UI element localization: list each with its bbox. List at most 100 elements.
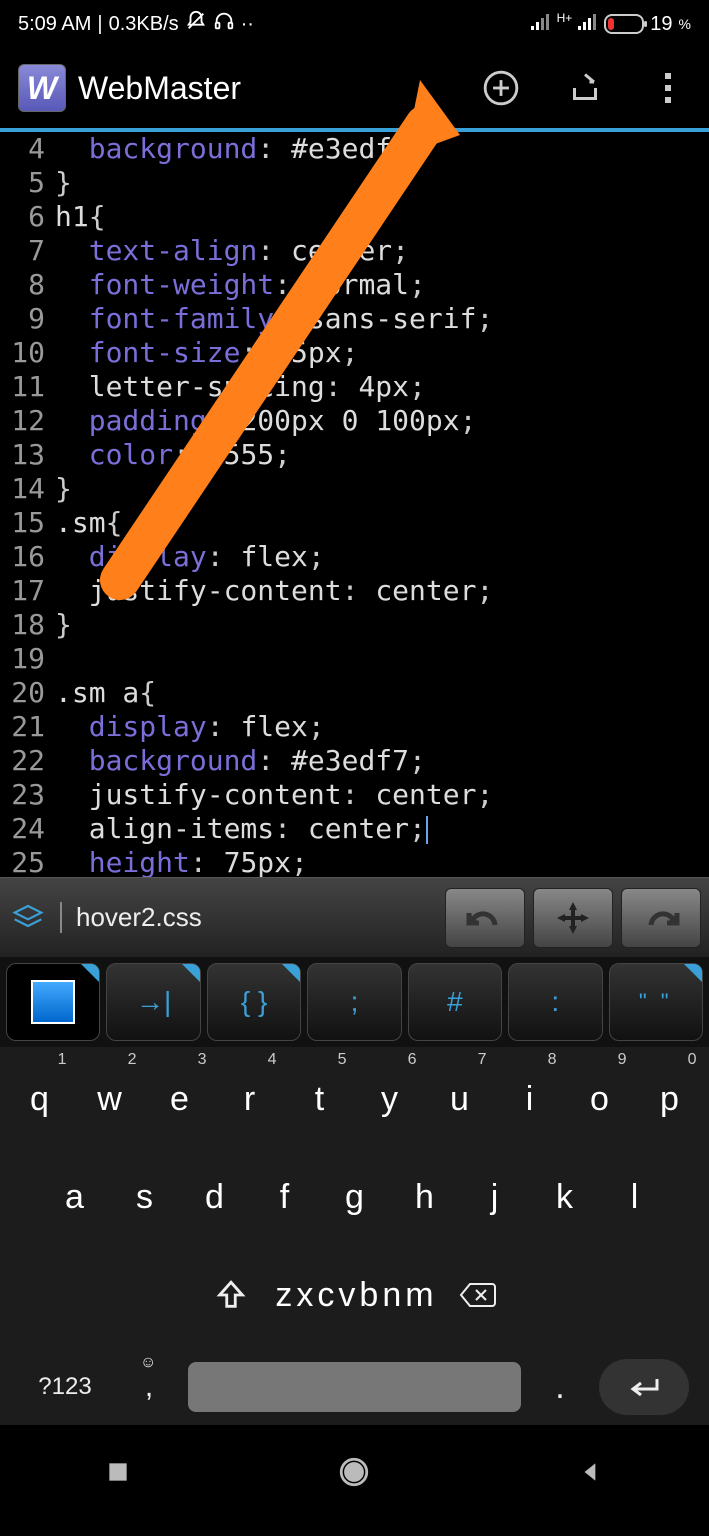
key-r[interactable]: r4 <box>217 1065 283 1133</box>
code-line[interactable]: 10 font-size: 25px; <box>0 336 709 370</box>
key-v[interactable]: v <box>338 1261 355 1329</box>
battery-pct: 19 <box>650 13 672 36</box>
code-text[interactable]: color: #555; <box>55 438 709 472</box>
code-line[interactable]: 21 display: flex; <box>0 710 709 744</box>
code-text[interactable]: } <box>55 472 709 506</box>
code-line[interactable]: 9 font-family: sans-serif; <box>0 302 709 336</box>
key-e[interactable]: e3 <box>147 1065 213 1133</box>
key-a[interactable]: a <box>42 1163 108 1231</box>
code-text[interactable]: letter-spacing: 4px; <box>55 370 709 404</box>
key-h[interactable]: h <box>392 1163 458 1231</box>
enter-key[interactable] <box>599 1359 689 1415</box>
code-line[interactable]: 6h1{ <box>0 200 709 234</box>
code-line[interactable]: 5} <box>0 166 709 200</box>
key-q[interactable]: q1 <box>7 1065 73 1133</box>
key-y[interactable]: y6 <box>357 1065 423 1133</box>
key-j[interactable]: j <box>462 1163 528 1231</box>
comma-key[interactable]: ☺, <box>124 1370 174 1404</box>
code-text[interactable]: background: #e3edf7; <box>55 132 709 166</box>
key-o[interactable]: o9 <box>567 1065 633 1133</box>
key-c[interactable]: c <box>317 1261 334 1329</box>
code-line[interactable]: 24 align-items: center; <box>0 812 709 846</box>
space-key[interactable] <box>188 1362 521 1412</box>
nav-home-button[interactable] <box>294 1455 414 1489</box>
code-text[interactable]: .sm{ <box>55 506 709 540</box>
code-line[interactable]: 13 color: #555; <box>0 438 709 472</box>
undo-button[interactable] <box>445 888 525 948</box>
code-line[interactable]: 14} <box>0 472 709 506</box>
key-m[interactable]: m <box>405 1261 433 1329</box>
key-b[interactable]: b <box>359 1261 378 1329</box>
code-text[interactable]: } <box>55 166 709 200</box>
layers-icon[interactable] <box>8 898 48 938</box>
symbol-key[interactable]: →| <box>106 963 200 1041</box>
period-key[interactable]: . <box>535 1368 585 1407</box>
code-line[interactable]: 4 background: #e3edf7; <box>0 132 709 166</box>
symbols-key[interactable]: ?123 <box>20 1373 110 1401</box>
code-line[interactable]: 12 padding: 200px 0 100px; <box>0 404 709 438</box>
line-number: 24 <box>0 812 55 846</box>
filename-label[interactable]: hover2.css <box>60 902 437 933</box>
code-line[interactable]: 16 display: flex; <box>0 540 709 574</box>
code-text[interactable]: h1{ <box>55 200 709 234</box>
key-z[interactable]: z <box>275 1261 292 1329</box>
code-text[interactable]: font-family: sans-serif; <box>55 302 709 336</box>
symbol-key[interactable]: { } <box>207 963 301 1041</box>
key-l[interactable]: l <box>602 1163 668 1231</box>
key-w[interactable]: w2 <box>77 1065 143 1133</box>
nav-recents-button[interactable] <box>58 1459 178 1485</box>
code-text[interactable]: height: 75px; <box>55 846 709 877</box>
key-f[interactable]: f <box>252 1163 318 1231</box>
backspace-key[interactable] <box>438 1261 518 1329</box>
shift-key[interactable] <box>191 1261 271 1329</box>
code-text[interactable]: } <box>55 608 709 642</box>
symbol-key[interactable]: " " <box>609 963 703 1041</box>
code-text[interactable]: text-align: center; <box>55 234 709 268</box>
code-text[interactable]: justify-content: center; <box>55 778 709 812</box>
key-k[interactable]: k <box>532 1163 598 1231</box>
code-line[interactable]: 25 height: 75px; <box>0 846 709 877</box>
code-line[interactable]: 22 background: #e3edf7; <box>0 744 709 778</box>
share-button[interactable] <box>563 66 607 110</box>
overflow-menu-button[interactable] <box>647 66 691 110</box>
system-nav-bar <box>0 1437 709 1507</box>
code-text[interactable]: align-items: center; <box>55 812 709 846</box>
code-text[interactable]: font-size: 25px; <box>55 336 709 370</box>
code-text[interactable]: justify-content: center; <box>55 574 709 608</box>
key-u[interactable]: u7 <box>427 1065 493 1133</box>
add-button[interactable] <box>479 66 523 110</box>
key-s[interactable]: s <box>112 1163 178 1231</box>
nav-back-button[interactable] <box>531 1459 651 1485</box>
key-p[interactable]: p0 <box>637 1065 703 1133</box>
code-line[interactable]: 20.sm a{ <box>0 676 709 710</box>
code-line[interactable]: 17 justify-content: center; <box>0 574 709 608</box>
code-text[interactable]: padding: 200px 0 100px; <box>55 404 709 438</box>
key-d[interactable]: d <box>182 1163 248 1231</box>
key-i[interactable]: i8 <box>497 1065 563 1133</box>
symbol-key[interactable]: : <box>508 963 602 1041</box>
key-n[interactable]: n <box>382 1261 401 1329</box>
key-x[interactable]: x <box>296 1261 313 1329</box>
code-line[interactable]: 11 letter-spacing: 4px; <box>0 370 709 404</box>
code-text[interactable]: display: flex; <box>55 540 709 574</box>
code-line[interactable]: 18} <box>0 608 709 642</box>
symbol-key[interactable]: # <box>408 963 502 1041</box>
redo-button[interactable] <box>621 888 701 948</box>
code-line[interactable]: 19 <box>0 642 709 676</box>
code-text[interactable]: .sm a{ <box>55 676 709 710</box>
code-editor[interactable]: 4 background: #e3edf7;5}6h1{7 text-align… <box>0 132 709 877</box>
line-number: 4 <box>0 132 55 166</box>
code-line[interactable]: 7 text-align: center; <box>0 234 709 268</box>
code-text[interactable] <box>55 642 709 676</box>
symbol-key[interactable]: ; <box>307 963 401 1041</box>
code-line[interactable]: 23 justify-content: center; <box>0 778 709 812</box>
code-text[interactable]: background: #e3edf7; <box>55 744 709 778</box>
code-line[interactable]: 15.sm{ <box>0 506 709 540</box>
symbol-key[interactable] <box>6 963 100 1041</box>
move-button[interactable] <box>533 888 613 948</box>
code-text[interactable]: font-weight: normal; <box>55 268 709 302</box>
key-g[interactable]: g <box>322 1163 388 1231</box>
code-line[interactable]: 8 font-weight: normal; <box>0 268 709 302</box>
code-text[interactable]: display: flex; <box>55 710 709 744</box>
key-t[interactable]: t5 <box>287 1065 353 1133</box>
